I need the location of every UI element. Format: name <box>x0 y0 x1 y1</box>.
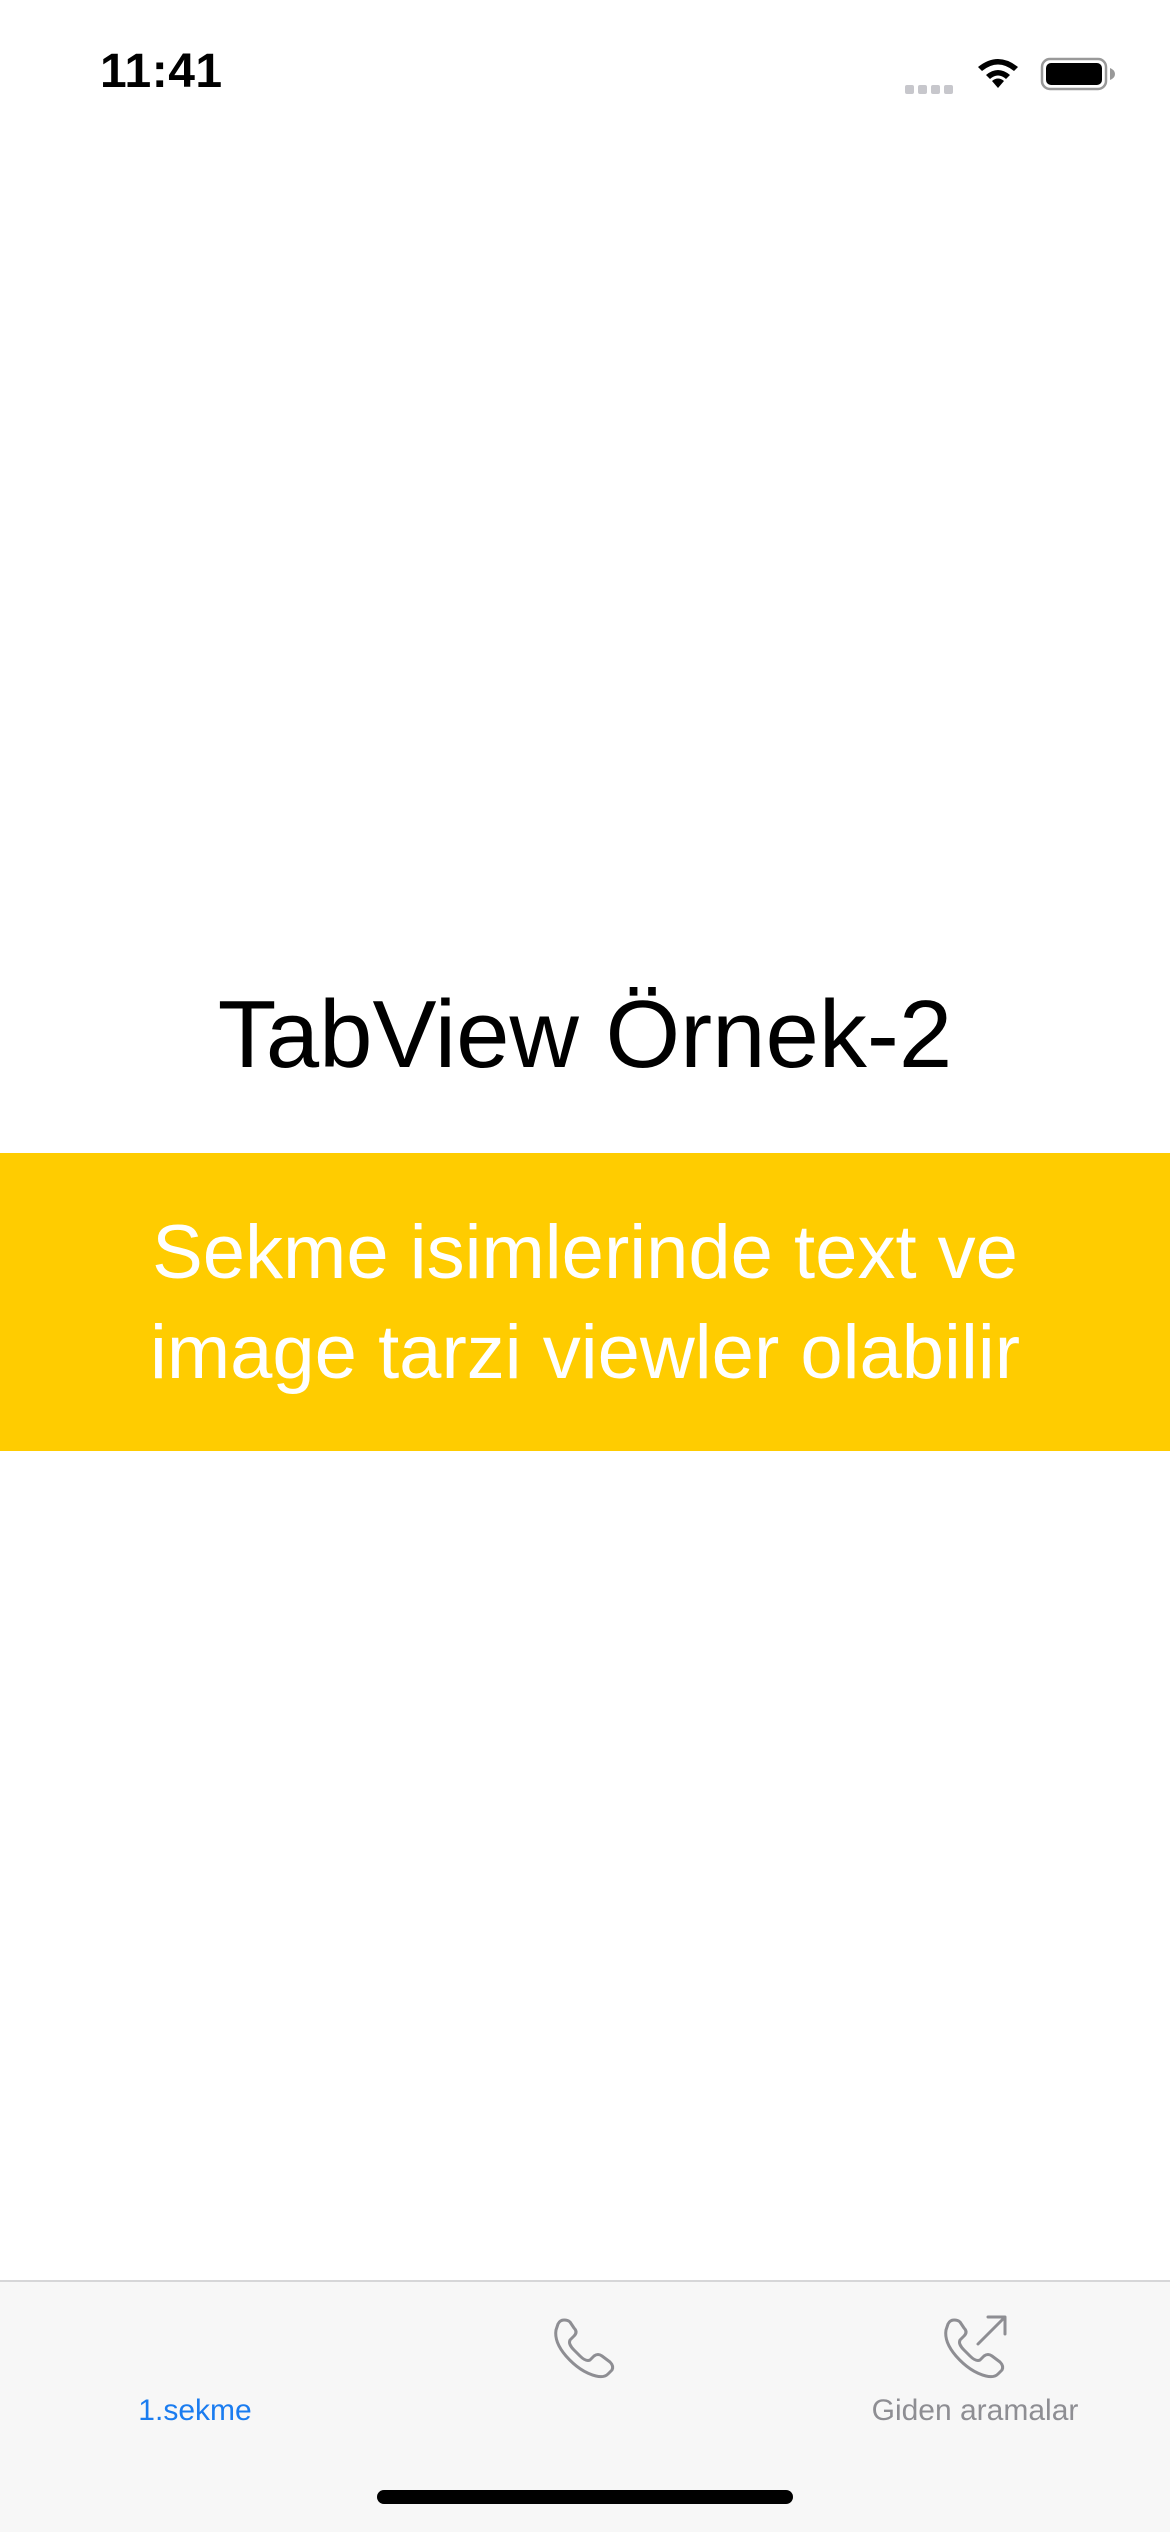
page-title: TabView Örnek-2 <box>217 981 953 1088</box>
status-bar: 11:41 <box>0 0 1170 150</box>
cellular-signal-icon <box>905 81 961 94</box>
tab-1-sekme[interactable]: 1.sekme <box>0 2282 390 2482</box>
banner-text: Sekme isimlerinde text ve image tarzi vi… <box>149 1210 1021 1395</box>
phone-icon <box>554 2318 615 2379</box>
tab-label: Giden aramalar <box>871 2394 1079 2427</box>
wifi-icon <box>978 59 1018 88</box>
home-indicator <box>377 2490 793 2504</box>
battery-icon <box>1040 57 1115 91</box>
status-time: 11:41 <box>100 45 223 98</box>
phone-outgoing-icon <box>944 2315 1007 2379</box>
tab-label: 1.sekme <box>138 2394 252 2427</box>
tab-phone[interactable] <box>390 2282 780 2482</box>
info-banner: Sekme isimlerinde text ve image tarzi vi… <box>0 1153 1170 1451</box>
tab-giden-aramalar[interactable]: Giden aramalar <box>780 2282 1170 2482</box>
screen: 11:41 TabView Örnek-2 Sekme isimlerinde … <box>0 0 1170 2532</box>
